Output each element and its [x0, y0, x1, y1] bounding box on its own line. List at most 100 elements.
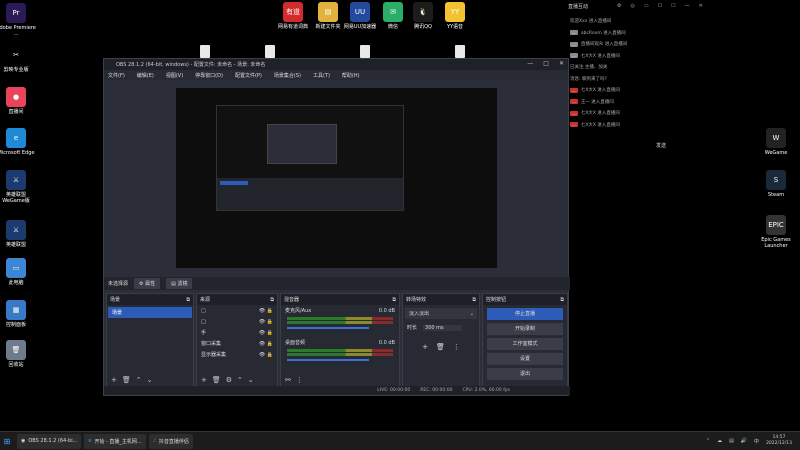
- obs-task[interactable]: ◉ OBS 28.1.2 (64-bi...: [17, 433, 82, 449]
- more-icon[interactable]: ⋮: [296, 376, 303, 384]
- jianying-shortcut[interactable]: ✂ 剪映专业版: [0, 45, 38, 73]
- chat-text: abcRoom 进入直播间: [580, 30, 626, 36]
- sources-dock: 来源 ⧉ □ 👁 🔒 □ 👁 🔒 手 👁 🔒 窗口采集 👁 🔒 显示器采集 👁 🔒 + 🗑 ⚙ ⌃…: [196, 293, 278, 387]
- netease-cloud-shortcut[interactable]: 有道 网易有道词典: [275, 2, 311, 30]
- pr-shortcut[interactable]: Pr Adobe Premiere ...: [0, 3, 38, 37]
- zhibojian-shortcut[interactable]: ● 直播间: [0, 87, 38, 115]
- source-item[interactable]: 显示器采集 👁 🔒: [197, 349, 277, 360]
- menu-help[interactable]: 帮助(H): [342, 72, 360, 79]
- trash-icon[interactable]: 🗑: [122, 376, 131, 384]
- qq-shortcut[interactable]: 🐧 腾讯QQ: [405, 2, 441, 30]
- start-recording-button[interactable]: 开始录制: [487, 323, 563, 335]
- gear-icon[interactable]: ⚙: [226, 376, 232, 384]
- trash-icon[interactable]: 🗑: [436, 343, 445, 351]
- channel-name: 麦克风/Aux: [285, 308, 312, 314]
- menu-dock[interactable]: 停靠窗口(D): [195, 72, 223, 79]
- source-item[interactable]: 手 👁 🔒: [197, 327, 277, 338]
- netease-uu-shortcut[interactable]: UU 网易UU加速器: [342, 2, 378, 30]
- blank-file-icon[interactable]: [455, 45, 465, 58]
- chat-message: 欢迎Xxx 进入直播间: [570, 18, 611, 24]
- menu-profile[interactable]: 配置文件(P): [235, 72, 262, 79]
- send-button[interactable]: 发送: [656, 142, 666, 149]
- menu-view[interactable]: 视图(V): [166, 72, 183, 79]
- settings-button[interactable]: 设置: [487, 353, 563, 365]
- cpu-status: CPU: 2.0%, 60.00 fps: [462, 388, 511, 393]
- source-item[interactable]: □ 👁 🔒: [197, 316, 277, 327]
- netease-uu-icon: UU: [350, 2, 370, 22]
- obs-window[interactable]: OBS 28.1.2 (64-bit, windows) - 配置文件: 未命名…: [103, 58, 570, 396]
- yy-shortcut[interactable]: YY YY语音: [437, 2, 473, 30]
- controls-dock: 控制按钮 ⧉ 停止直播 开始录制 工作室模式 设置 退出: [482, 293, 568, 387]
- lol-wegame-shortcut[interactable]: ⚔ 英雄联盟 WeGame版: [0, 170, 38, 204]
- menu-file[interactable]: 文件(F): [108, 72, 125, 79]
- steam-shortcut[interactable]: S Steam: [754, 170, 798, 198]
- preview-canvas[interactable]: [176, 88, 497, 268]
- tray-icon[interactable]: ☁: [717, 438, 722, 444]
- settings-icon[interactable]: ⚙: [617, 3, 621, 9]
- studio-mode-button[interactable]: 工作室模式: [487, 338, 563, 350]
- volume-slider[interactable]: [287, 359, 369, 361]
- maximize-icon[interactable]: □: [543, 60, 549, 67]
- menu-edit[interactable]: 编辑(E): [137, 72, 154, 79]
- add-icon[interactable]: +: [422, 343, 428, 351]
- user-badge: ...: [570, 53, 578, 58]
- lol-shortcut[interactable]: ⚔ 英雄联盟: [0, 220, 38, 248]
- minimize-icon[interactable]: —: [685, 3, 690, 9]
- live-companion-task[interactable]: ♪ 抖音直播伴侣: [148, 433, 193, 449]
- undock-icon[interactable]: ⧉: [392, 297, 396, 303]
- mixer-dock: 混音器 ⧉ 麦克风/Aux 0.0 dB 桌面音频 0.0 dB ⚯ ⋮: [280, 293, 400, 387]
- volume-slider[interactable]: [287, 327, 369, 329]
- add-icon[interactable]: +: [201, 376, 207, 384]
- keyboard-icon[interactable]: 中: [754, 438, 759, 445]
- tray-icon[interactable]: ⌃: [706, 438, 710, 444]
- blank-file-icon[interactable]: [360, 45, 370, 58]
- new-folder-shortcut[interactable]: ▤ 新建文件夹: [310, 2, 346, 30]
- stop-streaming-button[interactable]: 停止直播: [487, 308, 563, 320]
- filters-button[interactable]: ▤ 滤镜: [166, 278, 193, 289]
- more-icon[interactable]: ☐: [671, 3, 675, 9]
- down-icon[interactable]: ⌄: [248, 376, 254, 384]
- undock-icon[interactable]: ⧉: [270, 297, 274, 303]
- undock-icon[interactable]: ⧉: [560, 297, 564, 303]
- edge-shortcut[interactable]: e Microsoft Edge: [0, 128, 38, 156]
- link-icon[interactable]: ⚯: [285, 376, 291, 384]
- volume-icon[interactable]: 🔊: [741, 438, 747, 444]
- close-icon[interactable]: ✕: [559, 60, 564, 67]
- add-icon[interactable]: +: [111, 376, 117, 384]
- up-icon[interactable]: ⌃: [136, 376, 142, 384]
- this-pc-icon: ▭: [6, 258, 26, 278]
- control-panel-shortcut[interactable]: ▦ 控制面板: [0, 300, 38, 328]
- network-icon[interactable]: ▤: [729, 438, 734, 444]
- duration-input[interactable]: 300 ms: [423, 324, 462, 331]
- controls-title: 控制按钮: [486, 297, 507, 303]
- menu-scene-collection[interactable]: 场景集合(S): [274, 72, 301, 79]
- control-panel-icon: ▦: [6, 300, 26, 320]
- up-icon[interactable]: ⌃: [237, 376, 243, 384]
- scene-item[interactable]: 场景: [108, 307, 192, 318]
- down-icon[interactable]: ⌄: [147, 376, 153, 384]
- bell-icon[interactable]: ◎: [630, 3, 634, 9]
- chat-text: 消息: 聊到来了吗?: [570, 76, 607, 82]
- minimize-icon[interactable]: —: [527, 60, 533, 67]
- undock-icon[interactable]: ⧉: [186, 297, 190, 303]
- properties-button[interactable]: ⚙ 属性: [134, 278, 161, 289]
- transition-select[interactable]: 淡入淡出 ⌄: [405, 308, 477, 319]
- pin-icon[interactable]: ▭: [644, 3, 649, 9]
- more-icon[interactable]: ⋮: [453, 343, 460, 351]
- windows-start-icon[interactable]: ⊞: [0, 437, 14, 446]
- epic-shortcut[interactable]: EPIC Epic Games Launcher: [754, 215, 798, 249]
- trash-icon[interactable]: 🗑: [212, 376, 221, 384]
- source-item[interactable]: □ 👁 🔒: [197, 305, 277, 316]
- edge-task[interactable]: e 开始 - 直播_主机网...: [84, 433, 146, 449]
- blank-file-icon[interactable]: [200, 45, 210, 58]
- this-pc-shortcut[interactable]: ▭ 此电脑: [0, 258, 38, 286]
- recycle-bin-shortcut[interactable]: 🗑 回收站: [0, 340, 38, 368]
- obs-title-bar[interactable]: OBS 28.1.2 (64-bit, windows) - 配置文件: 未命名…: [104, 59, 568, 70]
- source-item[interactable]: 窗口采集 👁 🔒: [197, 338, 277, 349]
- lock-icon[interactable]: ☐: [658, 3, 662, 9]
- exit-button[interactable]: 退出: [487, 368, 563, 380]
- close-icon[interactable]: ✕: [699, 3, 703, 9]
- menu-tools[interactable]: 工具(T): [313, 72, 330, 79]
- undock-icon[interactable]: ⧉: [472, 297, 476, 303]
- blank-file-icon[interactable]: [265, 45, 275, 58]
